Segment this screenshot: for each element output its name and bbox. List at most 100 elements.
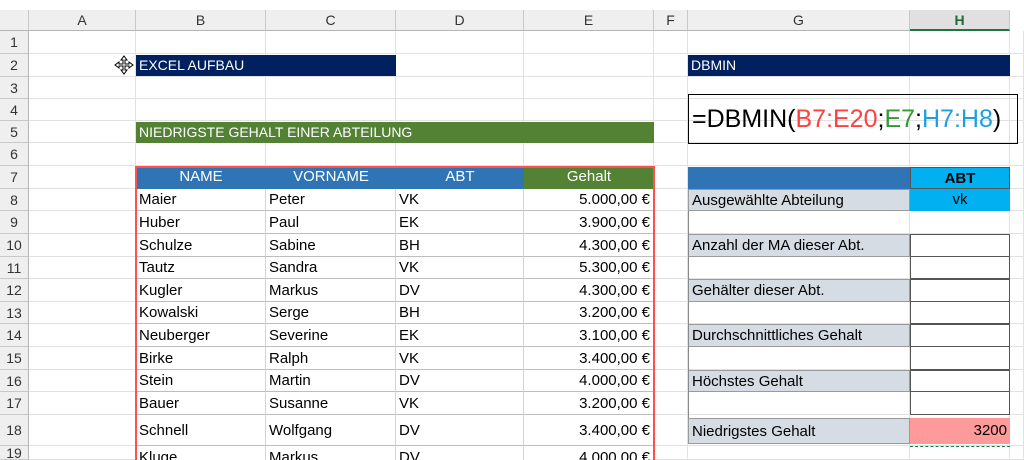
grid-cell[interactable] bbox=[29, 143, 136, 166]
grid-cell[interactable] bbox=[910, 211, 1010, 234]
row-header-7[interactable]: 7 bbox=[0, 166, 29, 189]
row-header-8[interactable]: 8 bbox=[0, 189, 29, 211]
table-cell[interactable]: Serge bbox=[266, 302, 396, 324]
grid-cell[interactable] bbox=[1010, 143, 1024, 166]
table-cell[interactable]: Schnell bbox=[136, 415, 266, 446]
grid-cell[interactable] bbox=[29, 166, 136, 189]
table-cell[interactable]: DV bbox=[396, 279, 524, 302]
table-cell[interactable]: VK bbox=[396, 347, 524, 370]
table-header-cell[interactable]: ABT bbox=[396, 166, 524, 189]
table-cell[interactable]: VK bbox=[396, 392, 524, 415]
grid-cell[interactable] bbox=[29, 347, 136, 370]
table-cell[interactable]: EK bbox=[396, 324, 524, 347]
table-cell[interactable]: 5.300,00 € bbox=[524, 257, 654, 279]
grid-cell[interactable] bbox=[29, 189, 136, 211]
grid-cell[interactable] bbox=[136, 99, 266, 121]
table-header-cell[interactable]: NAME bbox=[136, 166, 266, 189]
table-cell[interactable]: Tautz bbox=[136, 257, 266, 279]
grid-cell[interactable] bbox=[1010, 257, 1024, 279]
grid-cell[interactable] bbox=[654, 279, 688, 302]
grid-cell[interactable] bbox=[654, 166, 688, 189]
row-header-13[interactable]: 13 bbox=[0, 302, 29, 324]
grid-cell[interactable] bbox=[1010, 279, 1024, 302]
grid-cell[interactable] bbox=[654, 324, 688, 347]
grid-cell[interactable] bbox=[29, 99, 136, 121]
table-cell[interactable]: BH bbox=[396, 302, 524, 324]
row-header-2[interactable]: 2 bbox=[0, 54, 29, 77]
table-cell[interactable]: 4.300,00 € bbox=[524, 234, 654, 257]
summary-header-blank[interactable] bbox=[688, 167, 910, 189]
subtitle-banner[interactable]: NIEDRIGSTE GEHALT EINER ABTEILUNG bbox=[136, 122, 654, 143]
grid-cell[interactable] bbox=[1010, 415, 1024, 446]
grid-cell[interactable] bbox=[654, 415, 688, 446]
grid-cell[interactable] bbox=[688, 143, 910, 166]
grid-cell[interactable] bbox=[524, 54, 654, 77]
grid-cell[interactable] bbox=[29, 415, 136, 446]
row-header-12[interactable]: 12 bbox=[0, 279, 29, 302]
column-header-d[interactable]: D bbox=[396, 10, 524, 31]
table-cell[interactable]: Wolfgang bbox=[266, 415, 396, 446]
function-banner[interactable]: DBMIN bbox=[688, 55, 1010, 76]
table-cell[interactable]: 3.400,00 € bbox=[524, 347, 654, 370]
table-cell[interactable]: 3.100,00 € bbox=[524, 324, 654, 347]
table-cell[interactable]: Markus bbox=[266, 279, 396, 302]
grid-cell[interactable] bbox=[524, 31, 654, 54]
row-header-6[interactable]: 6 bbox=[0, 143, 29, 166]
grid-cell[interactable] bbox=[654, 211, 688, 234]
table-cell[interactable]: Stein bbox=[136, 370, 266, 392]
table-cell[interactable]: Kugler bbox=[136, 279, 266, 302]
grid-cell[interactable] bbox=[654, 54, 688, 77]
result-cell-average[interactable] bbox=[910, 324, 1010, 347]
table-cell[interactable]: 3.200,00 € bbox=[524, 302, 654, 324]
table-cell[interactable]: DV bbox=[396, 415, 524, 446]
grid-cell[interactable] bbox=[1010, 370, 1024, 392]
grid-cell[interactable] bbox=[524, 143, 654, 166]
row-header-15[interactable]: 15 bbox=[0, 347, 29, 370]
grid-cell[interactable] bbox=[654, 121, 688, 143]
grid-cell[interactable] bbox=[654, 302, 688, 324]
table-cell[interactable]: Schulze bbox=[136, 234, 266, 257]
table-cell[interactable]: 3.200,00 € bbox=[524, 392, 654, 415]
result-cell-blank[interactable] bbox=[910, 257, 1010, 279]
table-cell[interactable]: Paul bbox=[266, 211, 396, 234]
grid-cell[interactable] bbox=[654, 347, 688, 370]
row-header-11[interactable]: 11 bbox=[0, 257, 29, 279]
grid-cell[interactable] bbox=[654, 446, 688, 460]
column-header-g[interactable]: G bbox=[688, 10, 910, 31]
table-cell[interactable]: EK bbox=[396, 211, 524, 234]
grid-cell[interactable] bbox=[29, 392, 136, 415]
table-cell[interactable]: Sandra bbox=[266, 257, 396, 279]
column-header-c[interactable]: C bbox=[266, 10, 396, 31]
row-header-10[interactable]: 10 bbox=[0, 234, 29, 257]
grid-cell[interactable] bbox=[688, 31, 910, 54]
grid-cell[interactable] bbox=[910, 143, 1010, 166]
row-header-16[interactable]: 16 bbox=[0, 370, 29, 392]
table-cell[interactable]: Birke bbox=[136, 347, 266, 370]
grid-cell[interactable] bbox=[29, 324, 136, 347]
row-header-1[interactable]: 1 bbox=[0, 31, 29, 54]
result-cell-blank[interactable] bbox=[910, 392, 1010, 415]
table-cell[interactable]: Kluge bbox=[136, 446, 266, 460]
grid-cell[interactable] bbox=[524, 77, 654, 99]
grid-cell[interactable] bbox=[654, 257, 688, 279]
row-header-19[interactable]: 19 bbox=[0, 446, 29, 460]
grid-cell[interactable] bbox=[654, 31, 688, 54]
result-cell-count[interactable] bbox=[910, 234, 1010, 257]
result-cell-blank[interactable] bbox=[910, 347, 1010, 370]
grid-cell[interactable] bbox=[1010, 302, 1024, 324]
table-cell[interactable]: 5.000,00 € bbox=[524, 189, 654, 211]
result-cell-blank[interactable] bbox=[910, 302, 1010, 324]
grid-cell[interactable] bbox=[29, 446, 136, 460]
grid-cell[interactable] bbox=[1010, 54, 1024, 77]
grid-cell[interactable] bbox=[266, 99, 396, 121]
grid-cell[interactable] bbox=[29, 234, 136, 257]
grid-cell[interactable] bbox=[29, 370, 136, 392]
table-cell[interactable]: 4.000,00 € bbox=[524, 370, 654, 392]
grid-cell[interactable] bbox=[29, 211, 136, 234]
table-cell[interactable]: Martin bbox=[266, 370, 396, 392]
grid-cell[interactable] bbox=[29, 77, 136, 99]
table-cell[interactable]: 3.900,00 € bbox=[524, 211, 654, 234]
grid-cell[interactable] bbox=[1010, 211, 1024, 234]
table-cell[interactable]: Susanne bbox=[266, 392, 396, 415]
selected-dept-label[interactable]: Ausgewählte Abteilung bbox=[688, 189, 910, 211]
